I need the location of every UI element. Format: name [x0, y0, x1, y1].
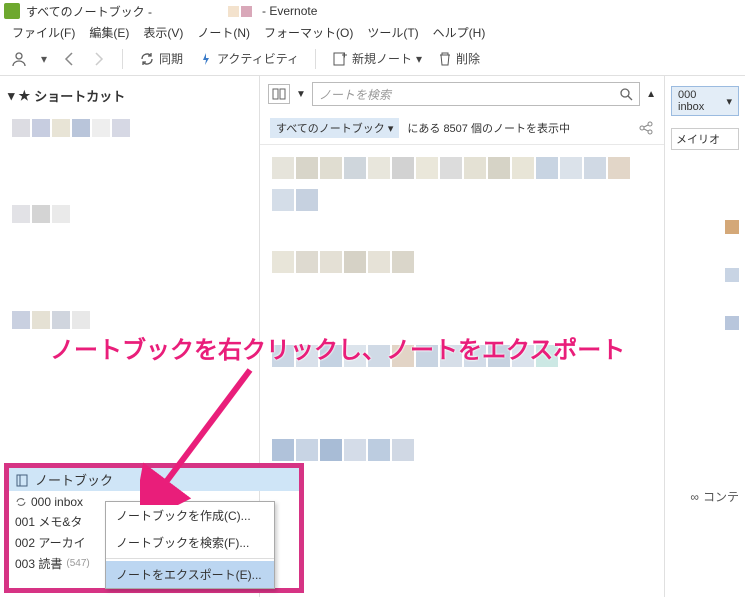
content-label[interactable]: ∞ コンテ	[690, 488, 739, 505]
note-count-status: にある 8507 個のノートを表示中	[407, 120, 570, 136]
menu-edit[interactable]: 編集(E)	[83, 22, 135, 43]
star-icon: ★	[19, 88, 31, 104]
window-title: すべてのノートブック -	[26, 3, 152, 20]
notebook-filter[interactable]: すべてのノートブック ▾	[270, 118, 399, 138]
sync-button[interactable]: 同期	[135, 48, 187, 69]
menu-help[interactable]: ヘルプ(H)	[427, 22, 492, 43]
user-icon[interactable]	[8, 48, 30, 70]
forward-icon[interactable]	[88, 48, 110, 70]
trash-icon	[438, 51, 452, 67]
blurred-content	[8, 201, 251, 227]
tutorial-annotation: ノートブックを右クリックし、ノートをエクスポート	[50, 330, 625, 365]
shortcuts-label: ショートカット	[34, 86, 125, 105]
new-note-icon	[332, 51, 348, 67]
titlebar: すべてのノートブック - - Evernote	[0, 0, 745, 22]
view-toggle[interactable]	[268, 84, 290, 104]
menubar: ファイル(F) 編集(E) 表示(V) ノート(N) フォーマット(O) ツール…	[0, 22, 745, 42]
delete-label: 削除	[456, 50, 480, 67]
sync-label: 同期	[159, 50, 183, 67]
sync-icon	[15, 496, 27, 508]
notebook-icon	[15, 473, 29, 487]
search-icon	[619, 87, 633, 101]
search-input[interactable]: ノートを検索	[312, 82, 640, 106]
inbox-chip[interactable]: 000 inbox▾	[671, 86, 739, 116]
menu-view[interactable]: 表示(V)	[137, 22, 189, 43]
toolbar: ▾ 同期 アクティビティ 新規ノート ▾ 削除	[0, 42, 745, 76]
chevron-down-icon: ▾	[416, 52, 422, 66]
new-note-label: 新規ノート	[352, 50, 412, 67]
arrow-annotation	[140, 365, 260, 505]
infinity-icon: ∞	[690, 490, 699, 504]
collapse-icon: ▾	[8, 88, 15, 104]
menu-tool[interactable]: ツール(T)	[361, 22, 424, 43]
note-card[interactable]	[268, 247, 656, 317]
notebooks-label: ノートブック	[35, 470, 113, 489]
filter-bar: すべてのノートブック ▾ にある 8507 個のノートを表示中	[260, 112, 664, 145]
chevron-down-icon[interactable]: ▼	[296, 89, 306, 100]
back-icon[interactable]	[58, 48, 80, 70]
menu-file[interactable]: ファイル(F)	[6, 22, 81, 43]
note-card[interactable]	[268, 153, 656, 223]
app-name: - Evernote	[262, 4, 317, 18]
menu-export-notes[interactable]: ノートをエクスポート(E)...	[106, 561, 274, 588]
evernote-icon	[4, 3, 20, 19]
note-card[interactable]	[268, 435, 656, 505]
chevron-down-icon[interactable]: ▾	[38, 48, 50, 70]
chevron-down-icon[interactable]: ▲	[646, 89, 656, 100]
share-icon[interactable]	[638, 121, 654, 135]
font-selector[interactable]: メイリオ	[671, 128, 739, 150]
activity-label: アクティビティ	[217, 50, 299, 67]
menu-format[interactable]: フォーマット(O)	[258, 22, 359, 43]
shortcuts-header[interactable]: ▾ ★ ショートカット	[8, 86, 251, 105]
context-menu: ノートブックを作成(C)... ノートブックを検索(F)... ノートをエクスポ…	[105, 501, 275, 589]
right-pane: 000 inbox▾ メイリオ	[665, 76, 745, 597]
search-placeholder: ノートを検索	[319, 86, 391, 103]
menu-create-notebook[interactable]: ノートブックを作成(C)...	[106, 502, 274, 529]
blurred-content	[8, 115, 251, 141]
activity-icon	[199, 52, 213, 66]
sync-icon	[139, 51, 155, 67]
activity-button[interactable]: アクティビティ	[195, 48, 303, 69]
menu-note[interactable]: ノート(N)	[191, 22, 256, 43]
delete-button[interactable]: 削除	[434, 48, 484, 69]
new-note-button[interactable]: 新規ノート ▾	[328, 48, 426, 69]
menu-search-notebook[interactable]: ノートブックを検索(F)...	[106, 529, 274, 556]
